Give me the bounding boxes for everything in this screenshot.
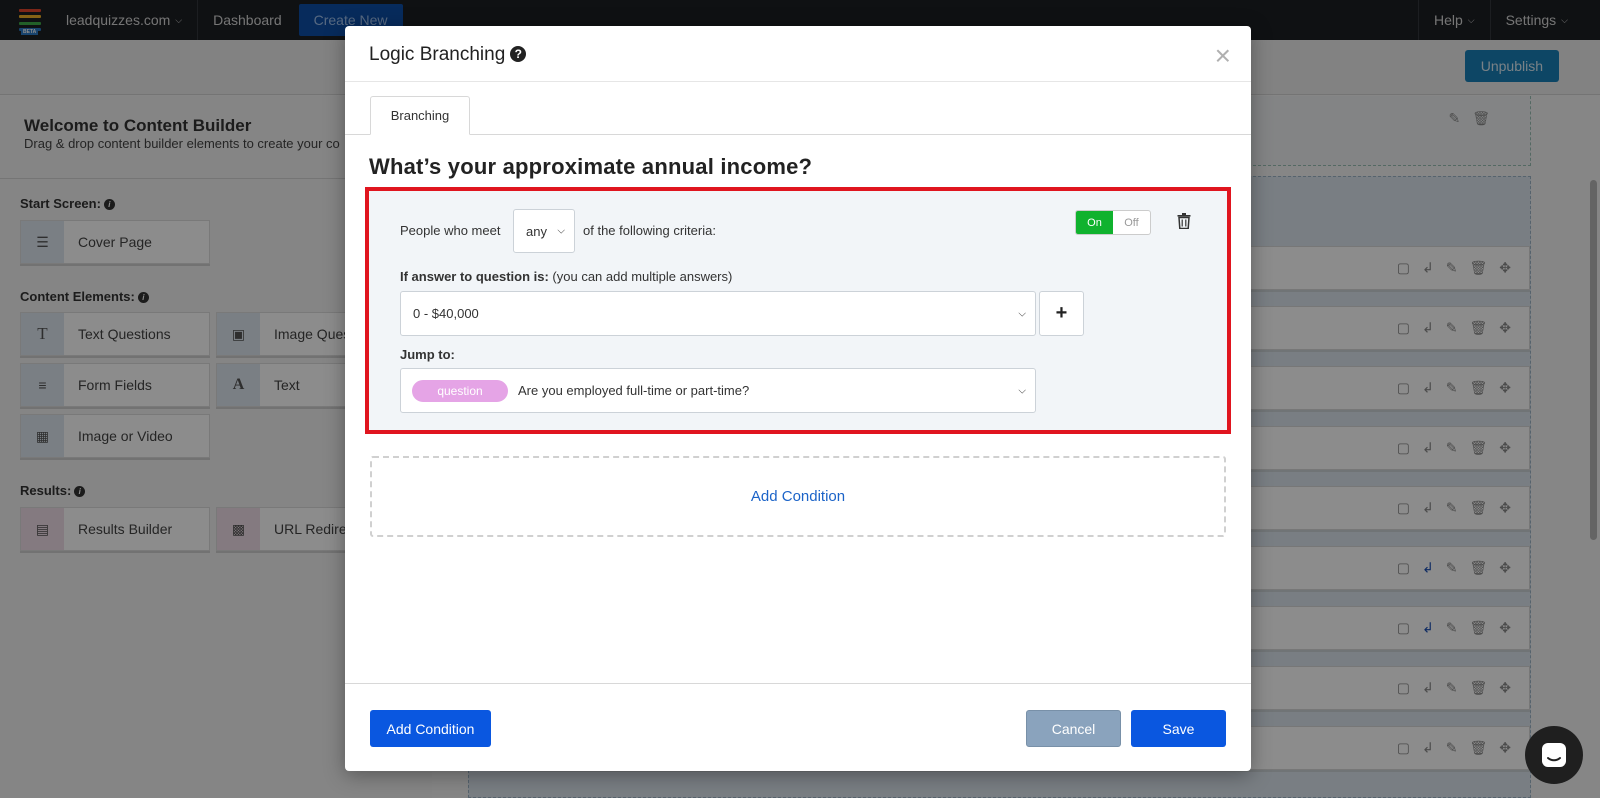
criteria-suffix: of the following criteria: (583, 223, 716, 238)
condition-on-off-toggle[interactable]: On Off (1075, 210, 1151, 235)
chevron-down-icon: ⌵ (1018, 385, 1026, 396)
close-icon[interactable]: × (1215, 42, 1231, 70)
jump-to-label: Jump to: (400, 347, 455, 362)
logic-branching-modal: Logic Branching? × Branching What’s your… (345, 26, 1251, 771)
toggle-on[interactable]: On (1076, 211, 1113, 234)
jump-to-select[interactable]: question Are you employed full-time or p… (400, 368, 1036, 413)
tab-branching-label: Branching (390, 108, 450, 123)
toggle-off[interactable]: Off (1113, 211, 1150, 234)
add-condition-label: Add Condition (386, 720, 475, 737)
question-title: What’s your approximate annual income? (369, 154, 813, 179)
answer-label-hint: (you can add multiple answers) (552, 269, 733, 284)
header-divider (345, 81, 1251, 82)
save-button[interactable]: Save (1131, 710, 1226, 747)
criteria-prefix: People who meet (400, 223, 501, 238)
chevron-down-icon: ⌵ (1018, 308, 1026, 319)
cancel-label: Cancel (1051, 720, 1096, 737)
modal-title-text: Logic Branching (369, 44, 506, 65)
answer-select[interactable]: 0 - $40,000 ⌵ (400, 291, 1036, 336)
add-condition-button[interactable]: Add Condition (370, 710, 491, 747)
tabs-divider (345, 134, 1251, 135)
tab-branching[interactable]: Branching (370, 96, 470, 135)
cancel-button[interactable]: Cancel (1026, 710, 1121, 747)
question-tag-pill: question (412, 379, 508, 402)
add-condition-link[interactable]: Add Condition (751, 488, 845, 505)
question-circle-icon[interactable]: ? (510, 46, 527, 62)
footer-divider (345, 683, 1251, 684)
match-type-select[interactable]: any ⌵ (513, 209, 575, 253)
jump-target-value: Are you employed full-time or part-time? (518, 383, 750, 398)
chat-launcher[interactable] (1525, 726, 1583, 784)
branching-condition-card: People who meet any ⌵ of the following c… (365, 187, 1231, 434)
chevron-down-icon: ⌵ (557, 225, 565, 237)
save-label: Save (1162, 720, 1195, 737)
modal-title: Logic Branching? (369, 44, 527, 66)
chat-icon (1542, 743, 1566, 767)
answer-label: If answer to question is: (you can add m… (400, 269, 732, 284)
trash-icon[interactable] (1177, 213, 1191, 234)
match-type-value: any (526, 223, 547, 239)
answer-value: 0 - $40,000 (413, 306, 479, 321)
add-answer-button[interactable]: + (1039, 291, 1084, 336)
answer-label-bold: If answer to question is: (400, 269, 549, 284)
plus-icon: + (1055, 302, 1068, 324)
add-condition-dropzone[interactable]: Add Condition (370, 456, 1226, 537)
